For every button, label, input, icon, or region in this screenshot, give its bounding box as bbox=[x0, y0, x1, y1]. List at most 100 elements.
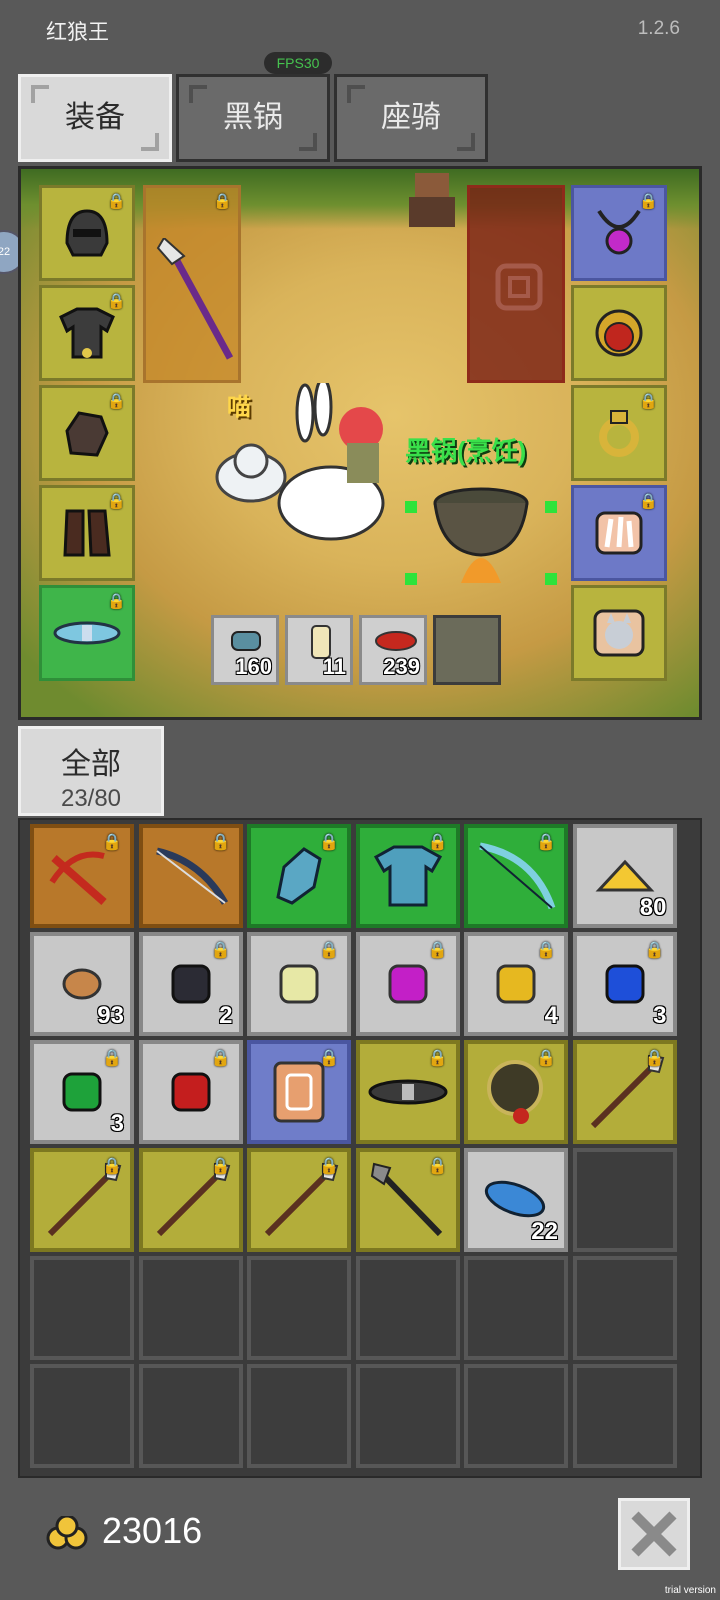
inventory-slot-empty[interactable] bbox=[355, 1364, 460, 1468]
inventory-slot-empty[interactable] bbox=[138, 1364, 243, 1468]
inventory-slot-empty[interactable] bbox=[30, 1256, 134, 1360]
inventory-slot[interactable]: 🔒 bbox=[355, 1148, 460, 1252]
inventory-slot[interactable]: 🔒 2 bbox=[138, 932, 243, 1036]
fps-badge: FPS30 bbox=[264, 52, 332, 74]
inventory-slot[interactable]: 🔒 bbox=[572, 1040, 677, 1144]
inventory-slot[interactable]: 80 bbox=[572, 824, 677, 928]
quick-item-slot-empty[interactable] bbox=[433, 615, 501, 685]
belt-black-icon bbox=[368, 1079, 447, 1105]
inventory-slot[interactable]: 🔒 bbox=[355, 824, 460, 928]
belt-icon bbox=[53, 621, 121, 645]
lock-icon: 🔒 bbox=[102, 1050, 122, 1067]
gem-red-icon bbox=[171, 1072, 210, 1112]
inventory-slot[interactable]: 🔒 bbox=[138, 1148, 243, 1252]
inventory-filter-all[interactable]: 全部 23/80 bbox=[18, 726, 164, 816]
equip-slot-offhand[interactable] bbox=[467, 185, 565, 383]
ring-gold-icon bbox=[599, 410, 639, 457]
equip-slot-weapon[interactable]: 🔒 bbox=[143, 185, 241, 383]
ore-icon bbox=[62, 968, 102, 1000]
equip-slot-ring-1[interactable] bbox=[571, 285, 667, 381]
equip-slot-boots[interactable]: 🔒 bbox=[39, 485, 135, 581]
tab-mount[interactable]: 座骑 bbox=[334, 74, 488, 162]
lock-icon: 🔒 bbox=[210, 942, 231, 959]
inventory-slot[interactable]: 🔒 bbox=[138, 824, 243, 928]
item-count: 3 bbox=[653, 1002, 667, 1029]
quick-item-slot[interactable]: 160 bbox=[211, 615, 279, 685]
inventory-slot[interactable]: 🔒 4 bbox=[464, 932, 568, 1036]
tab-corner-decor bbox=[299, 133, 317, 151]
quick-item-slot[interactable]: 239 bbox=[359, 615, 427, 685]
inventory-slot[interactable]: 🔒 bbox=[30, 1148, 134, 1252]
feather-charm-icon bbox=[595, 511, 643, 555]
black-pot-cooking[interactable] bbox=[401, 473, 561, 593]
lock-icon: 🔒 bbox=[536, 834, 556, 851]
inventory-slot[interactable]: 🔒 bbox=[247, 824, 351, 928]
inventory-slot[interactable]: 93 bbox=[30, 932, 134, 1036]
inventory-slot-empty[interactable] bbox=[138, 1256, 243, 1360]
tab-equipment[interactable]: 装备 bbox=[18, 74, 172, 162]
lock-icon: 🔒 bbox=[319, 834, 339, 851]
tab-corner-decor bbox=[189, 85, 207, 103]
inventory-slot[interactable]: 🔒 bbox=[30, 824, 134, 928]
inventory-slot-empty[interactable] bbox=[572, 1148, 677, 1252]
equip-slot-gloves[interactable]: 🔒 bbox=[39, 385, 135, 481]
equip-slot-ring-2[interactable]: 🔒 bbox=[571, 385, 667, 481]
gold-coins-icon bbox=[46, 1516, 88, 1550]
inventory-slot-empty[interactable] bbox=[30, 1364, 134, 1468]
cat-name-label: 喵 bbox=[227, 394, 251, 421]
inventory-slot[interactable]: 🔒 bbox=[247, 932, 351, 1036]
lock-icon: 🔒 bbox=[210, 1158, 231, 1175]
equip-slot-pet[interactable] bbox=[571, 585, 667, 681]
equip-slot-helmet[interactable]: 🔒 bbox=[39, 185, 135, 281]
quick-item-slot[interactable]: 11 bbox=[285, 615, 353, 685]
inventory-slot-empty[interactable] bbox=[464, 1256, 568, 1360]
tab-corner-decor bbox=[31, 85, 49, 103]
boots-icon bbox=[63, 509, 111, 557]
lock-icon: 🔒 bbox=[427, 942, 448, 959]
tab-black-pot[interactable]: 黑锅 bbox=[176, 74, 330, 162]
inventory-slot-empty[interactable] bbox=[247, 1364, 351, 1468]
inventory-slot-empty[interactable] bbox=[572, 1364, 677, 1468]
inventory-slot[interactable]: 🔒 bbox=[355, 932, 460, 1036]
gold-amount: 23016 bbox=[102, 1510, 203, 1551]
inventory-slot-empty[interactable] bbox=[355, 1256, 460, 1360]
filter-label: 全部 bbox=[61, 748, 121, 781]
scroll-card-icon bbox=[273, 1061, 325, 1123]
lock-icon: 🔒 bbox=[644, 942, 665, 959]
item-count: 3 bbox=[110, 1110, 124, 1137]
lock-icon: 🔒 bbox=[319, 1050, 339, 1067]
cheese-icon bbox=[595, 859, 654, 892]
equip-slot-armor[interactable]: 🔒 bbox=[39, 285, 135, 381]
inventory-grid: 🔒 🔒 🔒 🔒 🔒 80 93 🔒 2 🔒 🔒 🔒 4 🔒 3 🔒 3 🔒 🔒 🔒 🔒 🔒 🔒 🔒 🔒 🔒 22 bbox=[18, 818, 702, 1478]
inventory-slot[interactable]: 🔒 bbox=[247, 1148, 351, 1252]
gem-green-icon bbox=[62, 1072, 102, 1112]
tab-corner-decor bbox=[141, 133, 159, 151]
equip-slot-belt[interactable]: 🔒 bbox=[39, 585, 135, 681]
item-count: 22 bbox=[531, 1218, 558, 1245]
inventory-slot[interactable]: 22 bbox=[464, 1148, 568, 1252]
equip-slot-charm[interactable]: 🔒 bbox=[571, 485, 667, 581]
tab-label: 装备 bbox=[65, 101, 125, 134]
inventory-slot-empty[interactable] bbox=[464, 1364, 568, 1468]
inventory-slot[interactable]: 🔒 3 bbox=[30, 1040, 134, 1144]
inventory-slot[interactable]: 🔒 bbox=[464, 1040, 568, 1144]
inventory-slot-empty[interactable] bbox=[247, 1256, 351, 1360]
inventory-capacity: 23/80 bbox=[60, 785, 122, 812]
gem-yellow-icon bbox=[496, 964, 536, 1004]
equip-slot-necklace[interactable]: 🔒 bbox=[571, 185, 667, 281]
helmet-icon bbox=[65, 209, 109, 257]
trial-watermark: trial version bbox=[664, 1585, 716, 1596]
inventory-slot[interactable]: 🔒 3 bbox=[572, 932, 677, 1036]
ring-red-icon bbox=[595, 309, 643, 357]
close-button[interactable] bbox=[618, 1498, 690, 1570]
inventory-slot[interactable]: 🔒 bbox=[247, 1040, 351, 1144]
inventory-slot-empty[interactable] bbox=[572, 1256, 677, 1360]
item-count: 4 bbox=[544, 1002, 558, 1029]
inventory-slot[interactable]: 🔒 bbox=[138, 1040, 243, 1144]
inventory-slot[interactable]: 🔒 bbox=[355, 1040, 460, 1144]
offhand-placeholder-icon bbox=[495, 263, 543, 311]
inventory-slot[interactable]: 🔒 bbox=[464, 824, 568, 928]
tab-label: 黑锅 bbox=[223, 101, 283, 134]
lock-icon: 🔒 bbox=[644, 1050, 665, 1067]
npc-character bbox=[409, 173, 455, 227]
